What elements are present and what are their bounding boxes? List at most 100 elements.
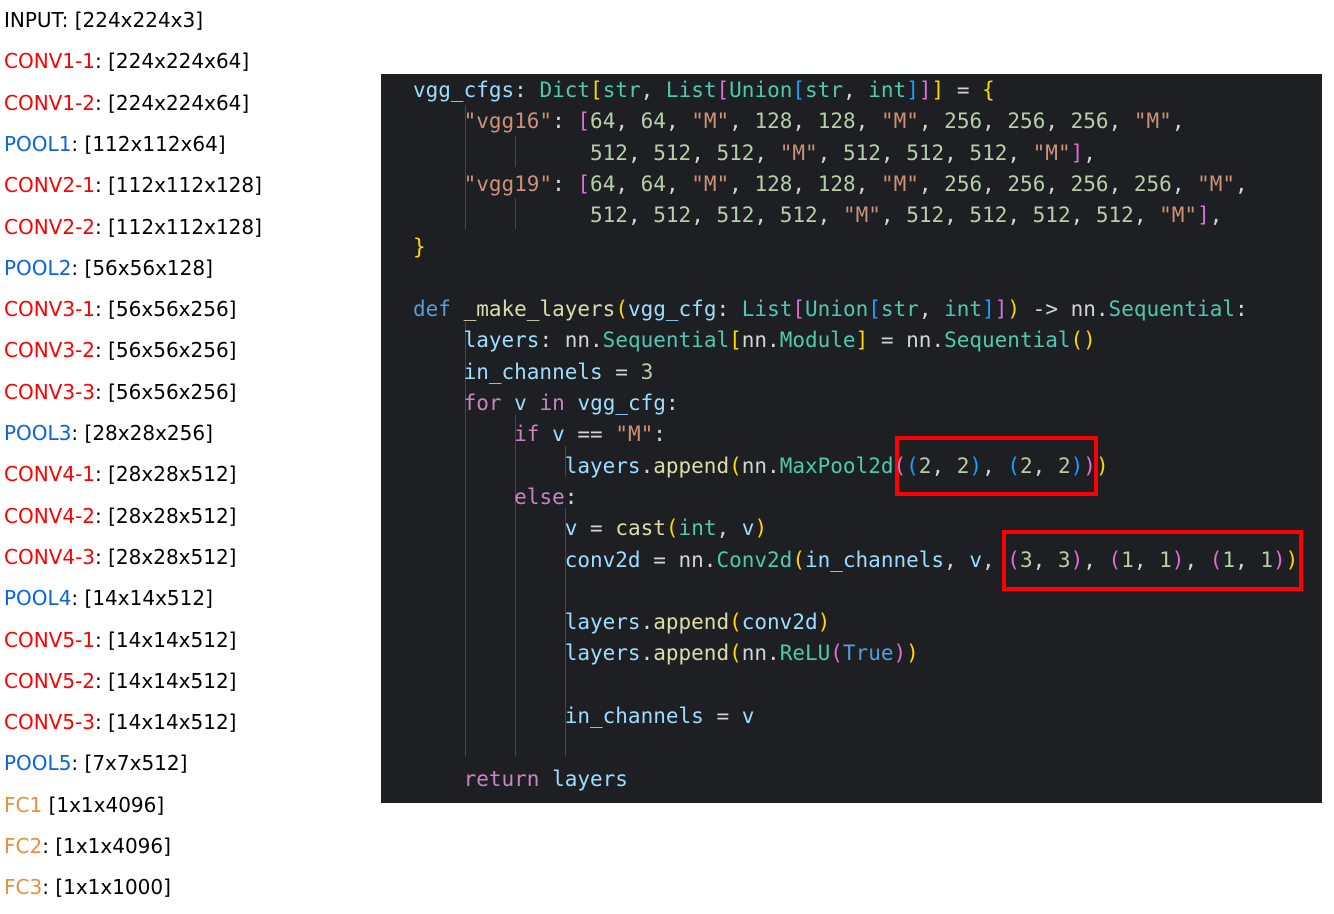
code-token: for xyxy=(463,391,502,415)
code-token: v xyxy=(969,547,982,572)
code-token: 512 xyxy=(779,203,818,228)
layer-separator: : xyxy=(61,8,75,32)
code-token: 2 xyxy=(1020,453,1033,478)
layer-shape: [7x7x512] xyxy=(84,751,188,776)
code-token: . xyxy=(640,641,654,666)
code-token: } xyxy=(413,234,426,259)
layer-shape: [56x56x256] xyxy=(108,297,237,322)
code-token: ( xyxy=(1007,453,1021,478)
layer-separator: : xyxy=(95,710,109,735)
layer-name: CONV5-1 xyxy=(4,627,96,652)
code-token: nn. xyxy=(564,328,603,353)
code-token: -> xyxy=(1020,297,1071,322)
code-token: ( xyxy=(729,641,742,666)
layer-shape: [112x112x128] xyxy=(108,214,262,239)
code-token: ] xyxy=(906,78,919,102)
code-token: Module xyxy=(779,328,856,353)
code-token: ( xyxy=(906,453,919,478)
code-token: 512 xyxy=(653,203,692,228)
code-token: int xyxy=(944,297,983,322)
layer-shape: [112x112x64] xyxy=(84,131,226,156)
layer-name: CONV2-2 xyxy=(4,214,96,239)
code-token: List xyxy=(741,297,793,322)
code-token: 64 xyxy=(640,109,666,134)
code-line: layers.append(conv2d) xyxy=(413,607,831,638)
code-token: , xyxy=(1108,109,1134,134)
layer-name: CONV3-3 xyxy=(4,379,96,404)
code-token: Conv2d xyxy=(716,547,793,572)
code-token: Union xyxy=(729,78,793,102)
code-token: "M" xyxy=(1197,171,1236,196)
code-token: "M" xyxy=(842,203,881,228)
code-token: , xyxy=(640,78,666,102)
code-token: ) xyxy=(1070,453,1084,478)
code-line: layers: nn.Sequential[nn.Module] = nn.Se… xyxy=(413,325,1096,356)
code-token: "M" xyxy=(880,171,919,196)
code-token: , xyxy=(792,109,818,134)
code-token: , xyxy=(729,109,755,134)
layer-row: CONV1-1: [224x224x64] xyxy=(4,41,249,81)
code-token: ( xyxy=(665,516,679,541)
code-token: ) xyxy=(817,610,831,635)
code-token: 512 xyxy=(969,140,1008,165)
code-token: , xyxy=(792,171,818,196)
code-token: 64 xyxy=(590,109,616,134)
code-token: 512 xyxy=(716,140,755,165)
layer-separator: : xyxy=(95,297,109,322)
code-token: ) xyxy=(1095,453,1109,478)
code-token: 512 xyxy=(716,203,755,228)
code-token: 1 xyxy=(1159,547,1172,572)
code-token: 512 xyxy=(906,140,945,165)
code-token: 256 xyxy=(944,109,983,134)
layer-separator: : xyxy=(95,544,109,569)
code-token: 256 xyxy=(1070,109,1109,134)
code-token: ReLU xyxy=(779,641,831,666)
code-token: [ xyxy=(792,78,806,102)
code-token: "M" xyxy=(615,422,654,447)
code-token: layers xyxy=(463,328,540,353)
code-token: in_channels xyxy=(804,547,945,572)
code-token: . xyxy=(640,453,654,478)
code-token: ( xyxy=(1209,547,1223,572)
code-token: , xyxy=(817,140,843,165)
code-token: 128 xyxy=(754,109,793,134)
layer-shape: [1x1x1000] xyxy=(55,875,171,900)
code-token: , xyxy=(855,171,881,196)
code-token: , xyxy=(918,297,945,322)
code-token: , xyxy=(842,78,869,102)
code-token: , xyxy=(1007,203,1033,228)
code-token: 256 xyxy=(1007,109,1046,134)
code-token: vgg_cfg xyxy=(577,391,666,415)
code-token: 2 xyxy=(1057,453,1071,478)
layer-separator: : xyxy=(95,173,109,198)
layer-shape: [112x112x128] xyxy=(108,173,262,198)
code-line: def _make_layers(vgg_cfg: List[Union[str… xyxy=(413,294,1248,325)
code-token: : xyxy=(564,484,578,509)
code-line: "vgg16": [64, 64, "M", 128, 128, "M", 25… xyxy=(413,106,1185,137)
layer-row: FC1 [1x1x4096] xyxy=(4,785,164,825)
code-token: ( xyxy=(893,453,907,478)
layer-name: CONV4-3 xyxy=(4,544,96,569)
layer-separator: : xyxy=(95,379,109,404)
layer-name: INPUT xyxy=(4,8,62,32)
layer-separator: : xyxy=(95,462,109,487)
code-token: 3 xyxy=(640,359,654,384)
code-token: , xyxy=(880,203,907,228)
layer-row: CONV5-1: [14x14x512] xyxy=(4,620,236,660)
layer-separator: : xyxy=(42,834,56,858)
code-token: [ xyxy=(716,78,730,102)
layer-shape: [14x14x512] xyxy=(108,668,237,693)
code-token: "M" xyxy=(880,109,919,134)
code-token: 64 xyxy=(640,171,666,196)
code-token: ( xyxy=(729,610,742,635)
code-token: 256 xyxy=(1133,171,1172,196)
code-token: , xyxy=(1108,171,1134,196)
code-token: ( xyxy=(1108,547,1122,572)
code-token: "M" xyxy=(691,109,730,134)
layer-row: CONV3-2: [56x56x256] xyxy=(4,330,236,370)
code-token: 128 xyxy=(754,171,793,196)
code-token: ] xyxy=(1197,203,1210,228)
